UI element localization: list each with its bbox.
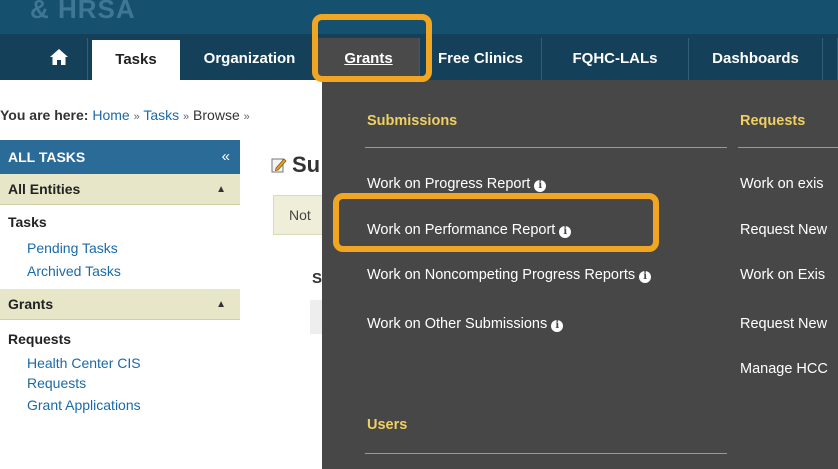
sidebar-link-pending-tasks[interactable]: Pending Tasks	[0, 238, 240, 258]
sidebar-section-grants[interactable]: Grants ▲	[0, 289, 240, 320]
main-nav: Tasks Organization Grants Free Clinics F…	[0, 34, 838, 80]
info-icon[interactable]: i	[551, 320, 564, 332]
sidebar-link-health-center-cis-requests[interactable]: Requests	[0, 373, 240, 393]
breadcrumb-separator: »	[183, 111, 190, 123]
menu-item-label: Work on Progress Report	[367, 176, 531, 192]
info-icon[interactable]: i	[639, 271, 652, 283]
section-heading-fragment: S	[312, 270, 323, 287]
edit-pencil-icon	[270, 154, 288, 173]
menu-item-label: Work on Performance Report	[367, 222, 556, 238]
info-icon[interactable]: i	[534, 180, 547, 192]
sidebar-section-all-entities[interactable]: All Entities ▲	[0, 174, 240, 205]
top-banner: & HRSA	[0, 0, 838, 34]
nav-tab-grants[interactable]: Grants	[318, 38, 420, 80]
sidebar-header: ALL TASKS «	[0, 140, 240, 174]
sidebar-section-label: All Entities	[8, 181, 81, 197]
page-title-text: Su	[292, 152, 321, 177]
submissions-header: Submissions	[367, 113, 458, 129]
divider	[365, 147, 727, 148]
menu-item-performance-report[interactable]: Work on Performance Report i	[367, 222, 572, 238]
menu-item-other-submissions[interactable]: Work on Other Submissions i	[367, 316, 564, 332]
nav-tab-overflow[interactable]	[823, 38, 838, 80]
menu-item-label: Work on Noncompeting Progress Reports	[367, 267, 636, 283]
breadcrumb-home-link[interactable]: Home	[92, 107, 129, 123]
menu-item-request-2[interactable]: Request New	[740, 222, 827, 238]
menu-item-request-1[interactable]: Work on exis	[740, 176, 824, 192]
requests-header: Requests	[740, 113, 806, 129]
collapse-sidebar-icon[interactable]: «	[222, 140, 230, 174]
users-header: Users	[367, 417, 408, 433]
nav-tab-grants-label: Grants	[344, 50, 393, 67]
divider	[738, 147, 838, 148]
menu-item-label: Work on Other Submissions	[367, 316, 548, 332]
info-icon[interactable]: i	[559, 226, 572, 238]
nav-home[interactable]	[30, 38, 88, 80]
hrsa-logo: & HRSA	[30, 0, 136, 24]
home-icon	[49, 48, 69, 66]
sidebar-group-requests: Requests	[8, 331, 72, 347]
sidebar-link-grant-applications[interactable]: Grant Applications	[0, 395, 240, 415]
nav-tab-organization[interactable]: Organization	[182, 38, 318, 80]
nav-tab-fqhc-lals[interactable]: FQHC-LALs	[542, 38, 689, 80]
nav-tab-dashboards[interactable]: Dashboards	[689, 38, 823, 80]
sidebar: ALL TASKS « All Entities ▲ Tasks Pending…	[0, 140, 240, 469]
sidebar-section-label: Grants	[8, 296, 54, 312]
menu-item-request-4[interactable]: Request New	[740, 316, 827, 332]
menu-item-progress-report[interactable]: Work on Progress Report i	[367, 176, 547, 192]
sidebar-title: ALL TASKS	[8, 149, 86, 165]
divider	[365, 453, 727, 454]
menu-item-request-3[interactable]: Work on Exis	[740, 267, 825, 283]
breadcrumb-tasks-link[interactable]: Tasks	[143, 107, 179, 123]
nav-tab-tasks[interactable]: Tasks	[92, 40, 180, 80]
sidebar-group-tasks: Tasks	[8, 214, 47, 230]
menu-item-noncompeting-progress-reports[interactable]: Work on Noncompeting Progress Reports i	[367, 267, 652, 283]
breadcrumb-separator: »	[133, 111, 140, 123]
sidebar-link-health-center-cis[interactable]: Health Center CIS	[0, 353, 240, 373]
caret-up-icon: ▲	[216, 299, 226, 310]
menu-item-request-5[interactable]: Manage HCC	[740, 361, 828, 377]
breadcrumb-browse: Browse	[193, 107, 240, 123]
page-title: Su	[270, 152, 320, 178]
breadcrumb: You are here: Home » Tasks » Browse »	[0, 107, 250, 123]
breadcrumb-separator: »	[243, 111, 250, 123]
breadcrumb-prefix: You are here:	[0, 107, 89, 123]
sidebar-link-archived-tasks[interactable]: Archived Tasks	[0, 261, 240, 281]
caret-up-icon: ▲	[216, 184, 226, 195]
nav-tab-free-clinics[interactable]: Free Clinics	[420, 38, 542, 80]
grants-dropdown-menu: Submissions Requests Work on Progress Re…	[322, 80, 838, 469]
